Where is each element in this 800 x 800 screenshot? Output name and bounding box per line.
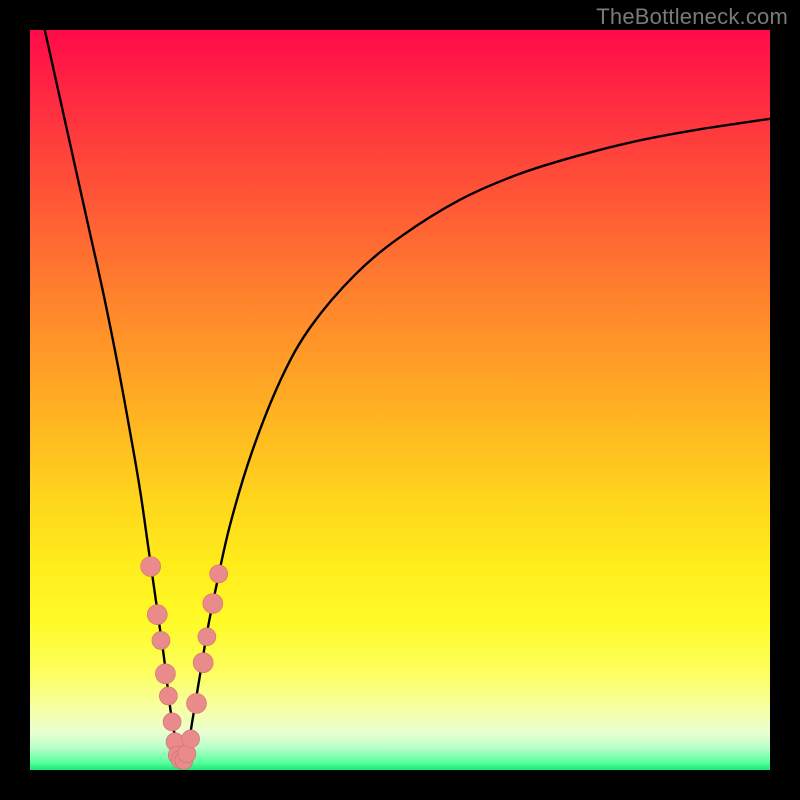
data-marker xyxy=(147,605,167,625)
data-marker xyxy=(155,664,175,684)
data-marker xyxy=(163,713,181,731)
data-marker xyxy=(203,594,223,614)
data-marker xyxy=(187,693,207,713)
data-marker xyxy=(193,653,213,673)
data-marker xyxy=(141,557,161,577)
plot-area xyxy=(30,30,770,770)
watermark-text: TheBottleneck.com xyxy=(596,4,788,30)
data-marker xyxy=(210,565,228,583)
curve-layer xyxy=(30,30,770,770)
data-marker xyxy=(182,730,200,748)
data-marker xyxy=(159,687,177,705)
data-marker xyxy=(198,628,216,646)
data-marker xyxy=(152,631,170,649)
bottleneck-curve xyxy=(45,30,770,761)
chart-frame: TheBottleneck.com xyxy=(0,0,800,800)
